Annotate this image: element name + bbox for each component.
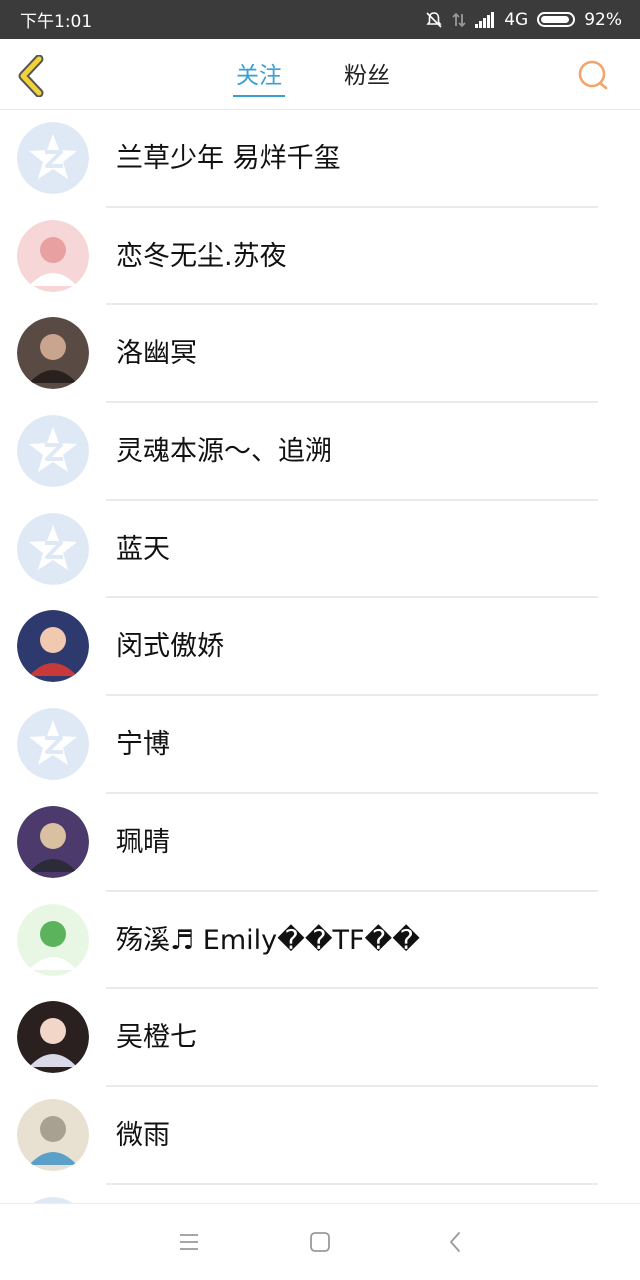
list-item[interactable]: 珮晴 — [0, 794, 640, 892]
user-name: 灵魂本源～、追溯 — [116, 436, 332, 468]
user-name: 洛幽冥 — [116, 338, 197, 370]
status-time: 下午1:01 — [20, 12, 93, 32]
system-back-button[interactable] — [443, 1230, 467, 1254]
home-square-icon — [310, 1232, 330, 1252]
search-icon — [578, 60, 608, 90]
avatar — [17, 219, 89, 292]
user-name: 殇溪♬ Emily��TF�� — [116, 924, 420, 956]
menu-icon — [180, 1234, 198, 1250]
default-avatar-icon — [17, 708, 89, 781]
battery-percent: 92% — [584, 9, 622, 30]
user-name: 微雨 — [116, 1119, 170, 1151]
mute-notification-icon — [425, 11, 443, 29]
list-item[interactable]: 吴橙七 — [0, 989, 640, 1087]
network-type: 4G — [504, 9, 529, 30]
avatar — [17, 1001, 89, 1074]
user-name: 蓝天 — [116, 533, 170, 565]
list-item[interactable]: 蓝天 — [0, 501, 640, 599]
list-item[interactable]: 微雨 — [0, 1087, 640, 1185]
default-avatar-icon — [17, 122, 89, 194]
signal-icon — [475, 11, 495, 28]
user-name: 闵式傲娇 — [116, 631, 224, 663]
list-item[interactable]: 洛幽冥 — [0, 305, 640, 404]
list-item[interactable]: 宁博 — [0, 696, 640, 794]
menu-button[interactable] — [177, 1230, 201, 1254]
top-bar: 关注 粉丝 — [0, 39, 640, 110]
avatar — [17, 317, 89, 390]
data-transfer-icon — [452, 11, 466, 29]
user-name: 恋冬无尘.苏夜 — [116, 240, 287, 272]
avatar — [17, 610, 89, 683]
home-button[interactable] — [308, 1230, 332, 1254]
tab-following-label: 关注 — [236, 63, 282, 89]
list-item[interactable]: 闵式傲娇 — [0, 598, 640, 697]
list-item[interactable]: 灵魂本源～、追溯 — [0, 403, 640, 501]
tab-following[interactable]: 关注 — [233, 57, 285, 97]
list-item[interactable]: 殇溪♬ Emily��TF�� — [0, 892, 640, 990]
list-item[interactable] — [0, 1185, 640, 1203]
avatar — [17, 1098, 89, 1171]
user-name: 兰草少年 易烊千玺 — [116, 143, 341, 174]
back-triangle-icon — [450, 1232, 460, 1252]
status-indicators: 4G 92% — [425, 10, 622, 30]
following-list: 兰草少年 易烊千玺 恋冬无尘.苏夜 洛幽冥灵魂本源～、追溯 蓝天闵式傲娇宁博珮晴殇溪♬… — [0, 110, 640, 1203]
user-name: 宁博 — [116, 729, 170, 761]
default-avatar-icon — [17, 512, 89, 585]
search-button[interactable] — [574, 57, 612, 95]
active-tab-indicator — [233, 95, 285, 97]
system-nav-bar — [0, 1203, 640, 1280]
default-avatar-icon — [17, 415, 89, 488]
back-button[interactable] — [14, 54, 48, 98]
tab-fans[interactable]: 粉丝 — [341, 57, 393, 97]
list-item[interactable]: 恋冬无尘.苏夜 — [0, 208, 640, 306]
avatar — [17, 805, 89, 878]
battery-icon — [537, 12, 576, 27]
battery-level — [541, 16, 570, 23]
chevron-left-icon — [18, 54, 44, 98]
status-bar: 下午1:01 4G 92% — [0, 0, 640, 39]
user-name: 吴橙七 — [116, 1022, 197, 1054]
tab-fans-label: 粉丝 — [344, 63, 390, 89]
avatar — [17, 903, 89, 976]
list-item[interactable]: 兰草少年 易烊千玺 — [0, 110, 640, 208]
user-name: 珮晴 — [116, 826, 170, 858]
